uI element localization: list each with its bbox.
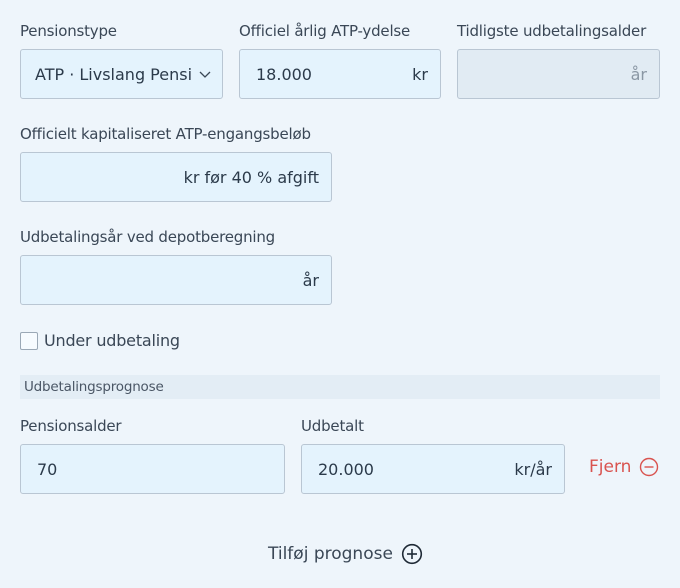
under-payout-label: Under udbetaling bbox=[44, 331, 180, 350]
atp-annual-input[interactable]: 18.000 kr bbox=[239, 49, 441, 99]
lump-sum-suffix: kr før 40 % afgift bbox=[183, 167, 319, 187]
add-label: Tilføj prognose bbox=[268, 544, 393, 564]
remove-forecast-button[interactable]: Fjern bbox=[589, 457, 659, 477]
earliest-age-suffix: år bbox=[630, 64, 647, 84]
remove-label: Fjern bbox=[589, 457, 632, 477]
atp-annual-label: Officiel årlig ATP-ydelse bbox=[239, 22, 411, 40]
lump-sum-input[interactable]: kr før 40 % afgift bbox=[20, 152, 332, 202]
atp-annual-value: 18.000 bbox=[256, 64, 312, 84]
paid-input[interactable]: 20.000 kr/år bbox=[301, 444, 565, 494]
pension-age-input[interactable]: 70 bbox=[20, 444, 285, 494]
add-forecast-button[interactable]: Tilføj prognose bbox=[268, 543, 423, 565]
payout-years-suffix: år bbox=[302, 270, 319, 290]
atp-annual-suffix: kr bbox=[412, 64, 428, 84]
under-payout-checkbox[interactable] bbox=[20, 332, 38, 350]
minus-circle-icon bbox=[639, 457, 659, 477]
lump-sum-label: Officielt kapitaliseret ATP-engangsbeløb bbox=[20, 125, 311, 143]
pension-age-value: 70 bbox=[37, 459, 58, 479]
pension-age-label: Pensionsalder bbox=[20, 417, 122, 435]
chevron-down-icon bbox=[198, 67, 212, 81]
paid-suffix: kr/år bbox=[514, 459, 552, 479]
paid-label: Udbetalt bbox=[301, 417, 364, 435]
earliest-age-label: Tidligste udbetalingsalder bbox=[457, 22, 647, 40]
payout-years-input[interactable]: år bbox=[20, 255, 332, 305]
payout-years-label: Udbetalingsår ved depotberegning bbox=[20, 228, 275, 246]
pension-type-value: ATP · Livslang Pension bbox=[35, 64, 192, 84]
paid-value: 20.000 bbox=[318, 459, 374, 479]
forecast-section-header: Udbetalingsprognose bbox=[20, 375, 660, 399]
earliest-age-input: år bbox=[457, 49, 660, 99]
pension-type-select[interactable]: ATP · Livslang Pension bbox=[20, 49, 223, 99]
pension-type-label: Pensionstype bbox=[20, 22, 117, 40]
plus-circle-icon bbox=[401, 543, 423, 565]
